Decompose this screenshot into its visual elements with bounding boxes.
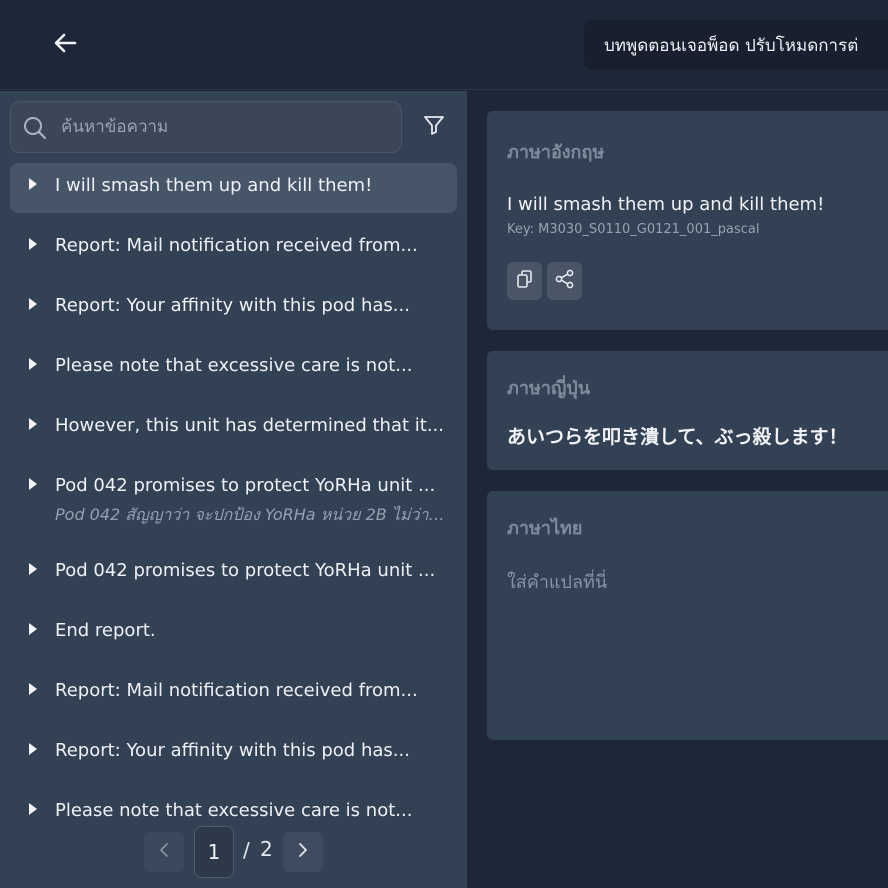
caret-right-icon: [29, 178, 37, 190]
page-title: บทพูดตอนเจอพ็อด ปรับโหมดการต่: [584, 20, 888, 70]
list-item-text: Report: Your affinity with this pod has.…: [55, 295, 410, 316]
english-text: I will smash them up and kill them!: [507, 194, 825, 215]
thai-translation-input[interactable]: [507, 567, 887, 717]
copy-button[interactable]: [507, 262, 542, 300]
list-item[interactable]: Report: Your affinity with this pod has.…: [10, 728, 457, 788]
list-item-text: Report: Your affinity with this pod has.…: [55, 740, 410, 761]
japanese-label: ภาษาญี่ปุ่น: [507, 378, 591, 399]
list-item-text: Please note that excessive care is not..…: [55, 355, 413, 376]
caret-right-icon: [29, 803, 37, 815]
list-item[interactable]: However, this unit has determined that i…: [10, 403, 457, 463]
list-item-text: Report: Mail notification received from.…: [55, 235, 418, 256]
caret-right-icon: [29, 683, 37, 695]
list-item-text: Please note that excessive care is not..…: [55, 800, 413, 818]
list-item[interactable]: Pod 042 promises to protect YoRHa unit .…: [10, 548, 457, 608]
list-item-text: Pod 042 promises to protect YoRHa unit .…: [55, 475, 436, 496]
caret-right-icon: [29, 563, 37, 575]
pagination: 1 / 2: [0, 826, 467, 878]
list-item[interactable]: Report: Your affinity with this pod has.…: [10, 283, 457, 343]
list-item[interactable]: Report: Mail notification received from.…: [10, 223, 457, 283]
message-list: I will smash them up and kill them! Repo…: [10, 163, 457, 818]
english-card: ภาษาอังกฤษ I will smash them up and kill…: [487, 111, 888, 330]
share-button[interactable]: [547, 262, 582, 300]
thai-label: ภาษาไทย: [507, 518, 583, 539]
list-item[interactable]: End report.: [10, 608, 457, 668]
japanese-text: あいつらを叩き潰して、ぶっ殺します！: [507, 426, 848, 448]
list-item-text: I will smash them up and kill them!: [55, 175, 373, 196]
page-separator: /: [243, 838, 250, 862]
thai-card: ภาษาไทย: [487, 491, 888, 740]
list-item-text: Report: Mail notification received from.…: [55, 680, 418, 701]
list-item-text: Pod 042 promises to protect YoRHa unit .…: [55, 560, 436, 581]
caret-right-icon: [29, 743, 37, 755]
list-item-selected[interactable]: I will smash them up and kill them!: [10, 163, 457, 213]
list-item[interactable]: Please note that excessive care is not..…: [10, 788, 457, 818]
chevron-left-icon: [158, 842, 170, 862]
caret-right-icon: [29, 358, 37, 370]
list-item[interactable]: Please note that excessive care is not..…: [10, 343, 457, 403]
filter-icon: [423, 114, 445, 140]
caret-right-icon: [29, 418, 37, 430]
total-pages: 2: [260, 837, 273, 861]
share-icon: [555, 269, 575, 293]
caret-right-icon: [29, 478, 37, 490]
japanese-card: ภาษาญี่ปุ่น あいつらを叩き潰して、ぶっ殺します！: [487, 351, 888, 470]
message-list-panel: I will smash them up and kill them! Repo…: [0, 91, 467, 888]
previous-page-button[interactable]: [144, 832, 184, 872]
message-key: Key: M3030_S0110_G0121_001_pascal: [507, 222, 760, 237]
list-item[interactable]: Report: Mail notification received from.…: [10, 668, 457, 728]
list-item-translation: Pod 042 สัญญาว่า จะปกป้อง YoRHa หน่วย 2B…: [55, 505, 450, 524]
list-item-text: End report.: [55, 620, 156, 641]
english-label: ภาษาอังกฤษ: [507, 142, 605, 163]
search-icon: [23, 116, 47, 140]
current-page-input[interactable]: 1: [194, 826, 234, 878]
back-button[interactable]: [48, 28, 82, 62]
list-item[interactable]: Pod 042 promises to protect YoRHa unit .…: [10, 463, 457, 548]
filter-button[interactable]: [420, 113, 448, 141]
list-item-text: However, this unit has determined that i…: [55, 415, 444, 436]
search-input[interactable]: [61, 110, 391, 144]
next-page-button[interactable]: [283, 832, 323, 872]
arrow-left-icon: [53, 33, 77, 57]
chevron-right-icon: [297, 842, 309, 862]
top-bar: บทพูดตอนเจอพ็อด ปรับโหมดการต่: [0, 0, 888, 90]
caret-right-icon: [29, 623, 37, 635]
copy-icon: [516, 269, 534, 293]
caret-right-icon: [29, 298, 37, 310]
search-box[interactable]: [10, 101, 402, 153]
caret-right-icon: [29, 238, 37, 250]
